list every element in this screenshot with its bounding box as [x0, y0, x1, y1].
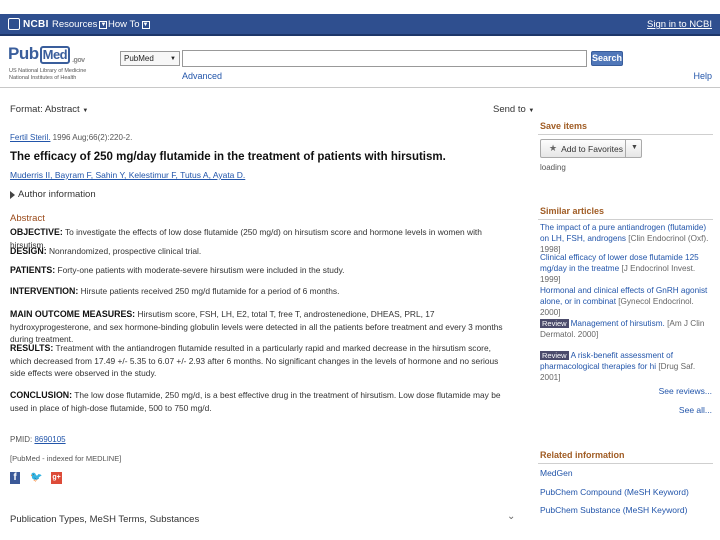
expand-chevron-icon[interactable]: ⌄	[507, 511, 515, 522]
nlm-subtitle: US National Library of Medicine National…	[9, 68, 99, 81]
similar-article-item[interactable]: Review A risk-benefit assessment of pharm…	[540, 351, 714, 383]
section-text: The low dose flutamide, 250 mg/d, is a b…	[10, 390, 501, 413]
facebook-icon[interactable]: f	[10, 472, 20, 484]
review-badge: Review	[540, 351, 569, 360]
abstract-section: CONCLUSION: The low dose flutamide, 250 …	[10, 389, 505, 414]
advanced-search-link[interactable]: Advanced	[182, 71, 222, 81]
ncbi-logo-icon	[8, 18, 20, 30]
similar-articles-heading: Similar articles	[540, 206, 605, 216]
section-label: MAIN OUTCOME MEASURES:	[10, 309, 136, 319]
logo-pub: Pub	[8, 44, 39, 63]
related-information-heading: Related information	[540, 450, 625, 460]
sign-in-link[interactable]: Sign in to NCBI	[647, 19, 712, 30]
sidebar-divider	[538, 134, 713, 135]
resources-label: Resources	[52, 19, 98, 30]
nlm-line: US National Library of Medicine	[9, 68, 87, 74]
indexing-status: [PubMed - indexed for MEDLINE]	[10, 454, 122, 463]
abstract-section: PATIENTS: Forty-one patients with modera…	[10, 264, 505, 277]
similar-article-item[interactable]: The impact of a pure antiandrogen (fluta…	[540, 223, 714, 255]
chevron-down-icon: ▼	[82, 108, 89, 114]
publication-types-toggle[interactable]: Publication Types, MeSH Terms, Substance…	[10, 514, 199, 525]
add-to-favorites-button[interactable]: ★ Add to Favorites ▼	[540, 139, 642, 158]
social-share: f 🐦 g+	[10, 472, 62, 484]
author-information-label: Author information	[18, 189, 96, 200]
pmid-link[interactable]: 8690105	[34, 435, 65, 444]
format-dropdown[interactable]: Format: Abstract ▼	[10, 104, 88, 115]
search-input[interactable]	[182, 50, 587, 67]
pmid-label: PMID:	[10, 435, 35, 444]
section-label: OBJECTIVE:	[10, 227, 63, 237]
section-text: Hirsute patients received 250 mg/d fluta…	[78, 286, 340, 296]
help-link[interactable]: Help	[693, 71, 712, 81]
related-link-medgen[interactable]: MedGen	[540, 468, 573, 478]
sidebar-divider	[538, 463, 713, 464]
pmid: PMID: 8690105	[10, 435, 66, 444]
database-select[interactable]: PubMed ▼	[120, 51, 180, 66]
database-select-value: PubMed	[124, 54, 154, 63]
sidebar-divider	[538, 219, 713, 220]
citation: Fertil Steril. 1996 Aug;66(2):220-2.	[10, 133, 132, 142]
logo-gov: .gov	[72, 57, 85, 64]
howto-label: How To	[108, 19, 140, 30]
section-label: DESIGN:	[10, 246, 47, 256]
related-link-pubchem-substance[interactable]: PubChem Substance (MeSH Keyword)	[540, 505, 687, 515]
google-plus-icon[interactable]: g+	[51, 472, 62, 484]
ncbi-logo[interactable]: NCBI	[8, 18, 49, 30]
similar-article-title: Management of hirsutism.	[570, 319, 668, 328]
related-link-pubchem-compound[interactable]: PubChem Compound (MeSH Keyword)	[540, 487, 689, 497]
chevron-down-icon: ▼	[141, 20, 150, 29]
ncbi-topbar: NCBI Resources ▼ How To ▼ Sign in to NCB…	[0, 14, 720, 36]
add-to-favorites-label: Add to Favorites	[561, 143, 623, 154]
abstract-section: MAIN OUTCOME MEASURES: Hirsutism score, …	[10, 308, 505, 346]
article-title: The efficacy of 250 mg/day flutamide in …	[10, 151, 446, 163]
see-all-link[interactable]: See all...	[679, 405, 712, 415]
chevron-down-icon: ▼	[170, 55, 176, 62]
similar-article-item[interactable]: Clinical efficacy of lower dose flutamid…	[540, 253, 714, 285]
chevron-down-icon: ▼	[528, 108, 535, 114]
section-text: Forty-one patients with moderate-severe …	[55, 265, 345, 275]
similar-article-item[interactable]: Review Management of hirsutism. [Am J Cli…	[540, 319, 714, 341]
section-text: Nonrandomized, prospective clinical tria…	[46, 246, 202, 256]
loading-text: loading	[540, 163, 566, 172]
journal-link[interactable]: Fertil Steril.	[10, 133, 50, 142]
save-items-heading: Save items	[540, 121, 588, 131]
ncbi-logo-text: NCBI	[23, 18, 49, 30]
abstract-heading: Abstract	[10, 213, 45, 224]
chevron-down-icon[interactable]: ▼	[631, 144, 638, 151]
resources-menu[interactable]: Resources ▼	[52, 19, 108, 30]
star-icon: ★	[549, 143, 558, 153]
author-information-toggle[interactable]: Author information	[10, 189, 96, 200]
citation-details: 1996 Aug;66(2):220-2.	[50, 133, 133, 142]
pubmed-logo[interactable]: Pub Med .gov	[8, 44, 88, 64]
review-badge: Review	[540, 319, 569, 328]
section-text: Treatment with the antiandrogen flutamid…	[10, 343, 499, 379]
section-label: CONCLUSION:	[10, 390, 73, 400]
button-separator	[625, 140, 626, 157]
similar-article-item[interactable]: Hormonal and clinical effects of GnRH ag…	[540, 286, 714, 318]
section-label: RESULTS:	[10, 343, 54, 353]
see-reviews-link[interactable]: See reviews...	[659, 386, 712, 396]
abstract-section: DESIGN: Nonrandomized, prospective clini…	[10, 245, 505, 258]
section-label: INTERVENTION:	[10, 286, 79, 296]
header-divider	[0, 87, 720, 88]
expand-triangle-icon	[10, 190, 15, 199]
abstract-section: INTERVENTION: Hirsute patients received …	[10, 285, 505, 298]
format-label: Format: Abstract	[10, 104, 80, 115]
author-list[interactable]: Muderris II, Bayram F, Sahin Y, Kelestim…	[10, 170, 245, 180]
chevron-down-icon: ▼	[99, 20, 108, 29]
send-to-label: Send to	[493, 104, 526, 115]
search-button[interactable]: Search	[591, 51, 623, 66]
logo-med: Med	[39, 46, 71, 64]
abstract-section: RESULTS: Treatment with the antiandrogen…	[10, 342, 505, 380]
nih-line: National Institutes of Health	[9, 74, 77, 81]
howto-menu[interactable]: How To ▼	[108, 19, 150, 30]
twitter-icon[interactable]: 🐦	[30, 473, 42, 483]
send-to-dropdown[interactable]: Send to ▼	[493, 104, 534, 115]
section-label: PATIENTS:	[10, 265, 56, 275]
